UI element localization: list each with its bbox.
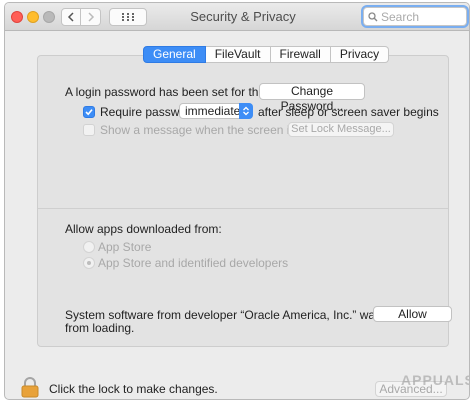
change-password-button[interactable]: Change Password... <box>259 83 365 113</box>
watermark-logo: APPUALS <box>401 372 470 388</box>
show-all-button[interactable] <box>109 8 147 26</box>
section-divider <box>38 208 448 209</box>
tab-privacy[interactable]: Privacy <box>330 46 390 63</box>
blocked-notice-line2: from loading. <box>65 321 135 335</box>
lock-icon <box>21 377 39 398</box>
general-panel: A login password has been set for this u… <box>37 55 452 347</box>
back-button[interactable] <box>61 8 81 26</box>
require-password-delay-select[interactable]: immediately <box>179 103 253 119</box>
search-field[interactable] <box>363 7 467 26</box>
search-input[interactable] <box>378 9 461 24</box>
radio-app-store[interactable] <box>83 241 95 253</box>
require-password-suffix: after sleep or screen saver begins <box>258 105 439 119</box>
window-title: Security & Privacy <box>190 9 296 24</box>
show-message-checkbox[interactable] <box>83 124 95 136</box>
lock-button[interactable] <box>21 377 39 399</box>
allow-button[interactable]: Allow <box>373 306 452 322</box>
security-privacy-window: Security & Privacy General FileVault Fir… <box>4 2 470 400</box>
tab-filevault[interactable]: FileVault <box>205 46 271 63</box>
radio-app-store-label: App Store <box>98 240 152 254</box>
title-bar: Security & Privacy <box>5 3 469 31</box>
checkmark-icon <box>85 109 93 116</box>
require-password-checkbox[interactable] <box>83 106 95 118</box>
tab-general[interactable]: General <box>143 46 206 63</box>
chevron-left-icon <box>67 12 74 22</box>
footer: Click the lock to make changes. Advanced… <box>5 371 469 399</box>
grid-icon <box>122 13 134 21</box>
search-icon <box>368 11 378 22</box>
chevron-right-icon <box>87 12 94 22</box>
set-lock-message-button[interactable]: Set Lock Message... <box>288 122 394 137</box>
tab-firewall[interactable]: Firewall <box>270 46 331 63</box>
radio-app-store-identified-label: App Store and identified developers <box>98 256 289 270</box>
allow-apps-heading: Allow apps downloaded from: <box>65 222 222 236</box>
forward-button[interactable] <box>81 8 101 26</box>
updown-arrows-icon <box>239 103 253 119</box>
zoom-window-button[interactable] <box>43 11 55 23</box>
minimize-window-button[interactable] <box>27 11 39 23</box>
radio-app-store-identified[interactable] <box>83 257 95 269</box>
blocked-notice-line1: System software from developer “Oracle A… <box>65 308 426 322</box>
tab-bar: General FileVault Firewall Privacy <box>143 46 390 63</box>
close-window-button[interactable] <box>11 11 23 23</box>
lock-text: Click the lock to make changes. <box>49 382 218 396</box>
